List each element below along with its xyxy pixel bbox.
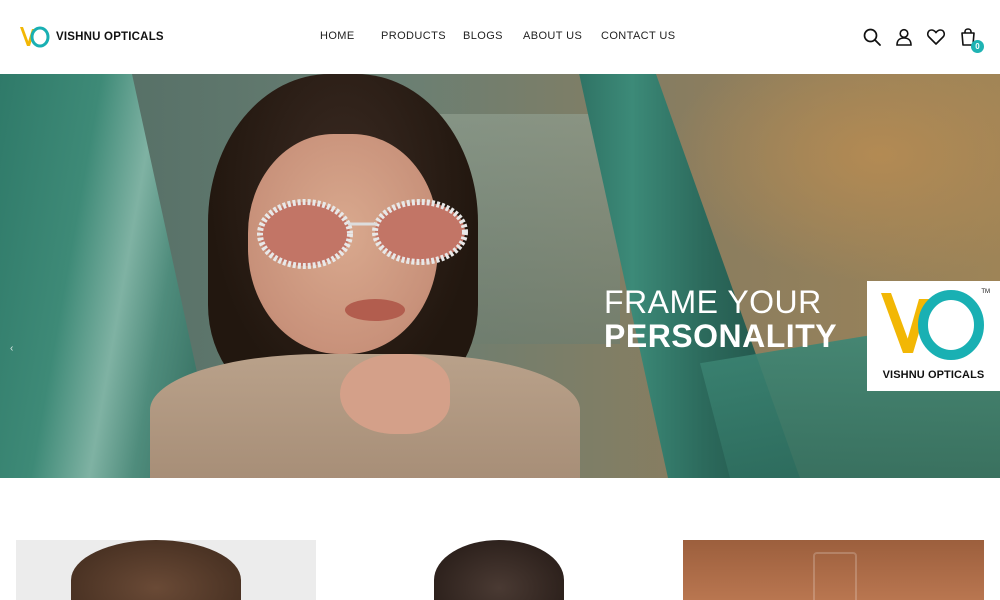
product-thumb-1[interactable]: [16, 540, 316, 600]
hero-brand-logo: [881, 290, 984, 360]
nav-blogs[interactable]: BLOGS: [463, 30, 503, 42]
main-nav: HOME PRODUCTS BLOGS ABOUT US CONTACT US: [0, 30, 1000, 46]
search-icon[interactable]: [862, 27, 882, 47]
bag-icon[interactable]: 0: [958, 27, 984, 53]
sunglasses: [257, 199, 468, 269]
model-photo: [150, 74, 610, 478]
hero-headline: FRAME YOUR PERSONALITY: [604, 286, 837, 352]
hero-brand-badge: TM VISHNU OPTICALS: [867, 281, 1000, 391]
hero-banner[interactable]: FRAME YOUR PERSONALITY TM VISHNU OPTICAL…: [0, 74, 1000, 478]
hero-headline-line2: PERSONALITY: [604, 318, 838, 354]
hero-headline-line1: FRAME YOUR: [604, 284, 822, 320]
heart-icon[interactable]: [926, 27, 946, 47]
nav-about-us[interactable]: ABOUT US: [523, 30, 582, 42]
product-thumb-2[interactable]: [349, 540, 649, 600]
nav-contact-us[interactable]: CONTACT US: [601, 30, 676, 42]
site-header: VISHNU OPTICALS HOME PRODUCTS BLOGS ABOU…: [0, 0, 1000, 74]
cart-count-badge: 0: [971, 40, 984, 53]
hero-brand-name: VISHNU OPTICALS: [882, 369, 985, 381]
user-icon[interactable]: [894, 27, 914, 47]
nav-home[interactable]: HOME: [320, 30, 355, 42]
header-actions: 0: [862, 27, 984, 53]
product-thumb-3[interactable]: [683, 540, 984, 600]
slider-prev-arrow[interactable]: ‹: [10, 343, 13, 354]
slider-next-arrow[interactable]: ›: [983, 343, 986, 354]
nav-products[interactable]: PRODUCTS: [381, 30, 446, 42]
